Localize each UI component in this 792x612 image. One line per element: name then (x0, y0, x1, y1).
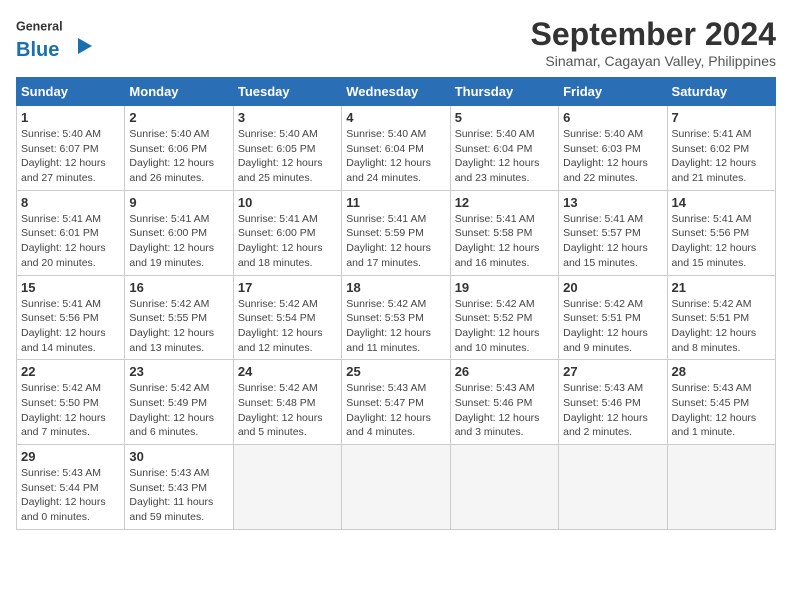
table-row: 24Sunrise: 5:42 AMSunset: 5:48 PMDayligh… (233, 360, 341, 445)
table-row: 29Sunrise: 5:43 AMSunset: 5:44 PMDayligh… (17, 445, 125, 530)
table-row: 28Sunrise: 5:43 AMSunset: 5:45 PMDayligh… (667, 360, 775, 445)
table-row: 23Sunrise: 5:42 AMSunset: 5:49 PMDayligh… (125, 360, 233, 445)
table-row: 3Sunrise: 5:40 AMSunset: 6:05 PMDaylight… (233, 106, 341, 191)
svg-text:Blue: Blue (16, 39, 59, 61)
table-row: 2Sunrise: 5:40 AMSunset: 6:06 PMDaylight… (125, 106, 233, 191)
month-title: September 2024 (531, 16, 776, 53)
logo-svg: General (16, 16, 66, 36)
table-row: 17Sunrise: 5:42 AMSunset: 5:54 PMDayligh… (233, 275, 341, 360)
header-tuesday: Tuesday (233, 78, 341, 106)
header-sunday: Sunday (17, 78, 125, 106)
table-row: 27Sunrise: 5:43 AMSunset: 5:46 PMDayligh… (559, 360, 667, 445)
header-saturday: Saturday (667, 78, 775, 106)
header-wednesday: Wednesday (342, 78, 450, 106)
subtitle: Sinamar, Cagayan Valley, Philippines (531, 53, 776, 69)
table-row (450, 445, 558, 530)
header-thursday: Thursday (450, 78, 558, 106)
logo-blue-svg: Blue (16, 36, 96, 64)
table-row (559, 445, 667, 530)
table-row (667, 445, 775, 530)
table-row: 13Sunrise: 5:41 AMSunset: 5:57 PMDayligh… (559, 190, 667, 275)
table-row: 7Sunrise: 5:41 AMSunset: 6:02 PMDaylight… (667, 106, 775, 191)
table-row: 18Sunrise: 5:42 AMSunset: 5:53 PMDayligh… (342, 275, 450, 360)
header: General Blue September 2024 Sinamar, Cag… (16, 16, 776, 69)
table-row: 1Sunrise: 5:40 AMSunset: 6:07 PMDaylight… (17, 106, 125, 191)
header-monday: Monday (125, 78, 233, 106)
table-row: 21Sunrise: 5:42 AMSunset: 5:51 PMDayligh… (667, 275, 775, 360)
table-row: 16Sunrise: 5:42 AMSunset: 5:55 PMDayligh… (125, 275, 233, 360)
calendar-table: Sunday Monday Tuesday Wednesday Thursday… (16, 77, 776, 530)
svg-text:General: General (16, 19, 63, 33)
table-row: 11Sunrise: 5:41 AMSunset: 5:59 PMDayligh… (342, 190, 450, 275)
table-row: 30Sunrise: 5:43 AMSunset: 5:43 PMDayligh… (125, 445, 233, 530)
table-row: 26Sunrise: 5:43 AMSunset: 5:46 PMDayligh… (450, 360, 558, 445)
table-row: 25Sunrise: 5:43 AMSunset: 5:47 PMDayligh… (342, 360, 450, 445)
table-row: 22Sunrise: 5:42 AMSunset: 5:50 PMDayligh… (17, 360, 125, 445)
table-row: 9Sunrise: 5:41 AMSunset: 6:00 PMDaylight… (125, 190, 233, 275)
title-area: September 2024 Sinamar, Cagayan Valley, … (531, 16, 776, 69)
calendar-header-row: Sunday Monday Tuesday Wednesday Thursday… (17, 78, 776, 106)
table-row: 15Sunrise: 5:41 AMSunset: 5:56 PMDayligh… (17, 275, 125, 360)
logo: General Blue (16, 16, 96, 64)
table-row: 12Sunrise: 5:41 AMSunset: 5:58 PMDayligh… (450, 190, 558, 275)
header-friday: Friday (559, 78, 667, 106)
table-row: 14Sunrise: 5:41 AMSunset: 5:56 PMDayligh… (667, 190, 775, 275)
table-row: 8Sunrise: 5:41 AMSunset: 6:01 PMDaylight… (17, 190, 125, 275)
table-row: 4Sunrise: 5:40 AMSunset: 6:04 PMDaylight… (342, 106, 450, 191)
table-row (233, 445, 341, 530)
table-row: 5Sunrise: 5:40 AMSunset: 6:04 PMDaylight… (450, 106, 558, 191)
table-row: 6Sunrise: 5:40 AMSunset: 6:03 PMDaylight… (559, 106, 667, 191)
table-row (342, 445, 450, 530)
table-row: 20Sunrise: 5:42 AMSunset: 5:51 PMDayligh… (559, 275, 667, 360)
table-row: 10Sunrise: 5:41 AMSunset: 6:00 PMDayligh… (233, 190, 341, 275)
table-row: 19Sunrise: 5:42 AMSunset: 5:52 PMDayligh… (450, 275, 558, 360)
